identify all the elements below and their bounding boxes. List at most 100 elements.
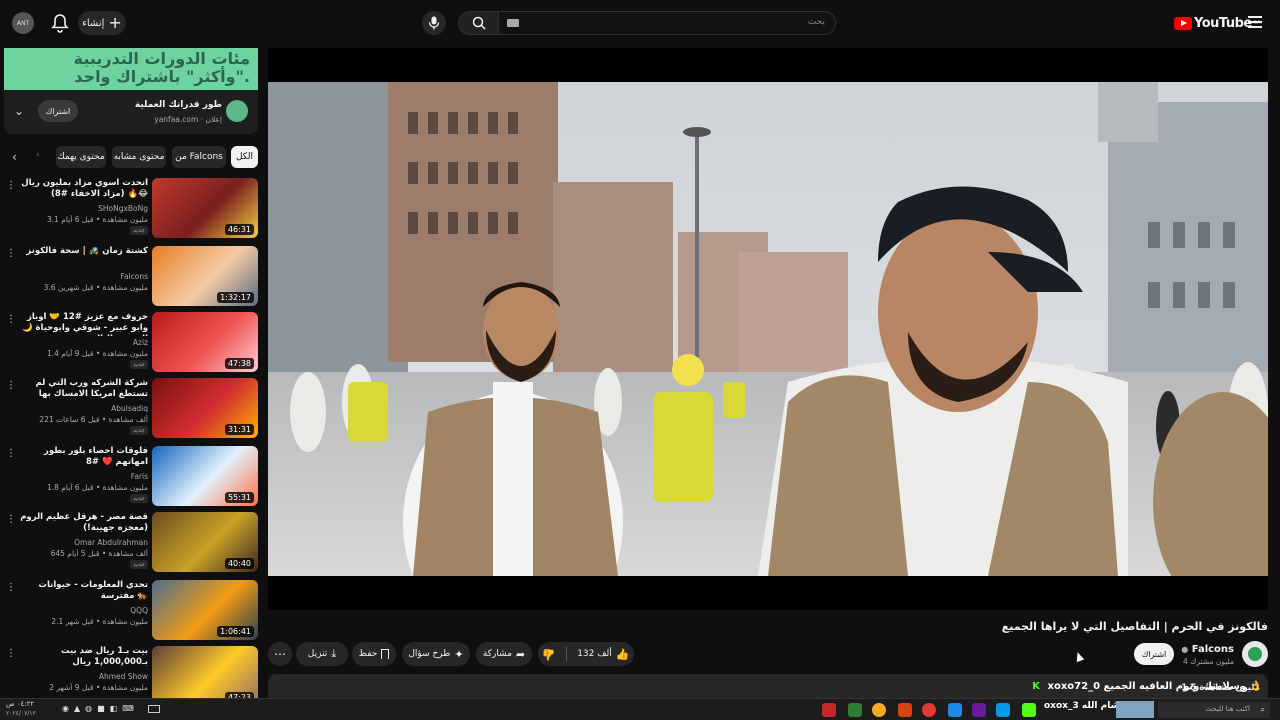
tray-icons[interactable]: ◉▲◍■◧⌨ <box>62 704 139 713</box>
video-frame[interactable] <box>268 82 1268 576</box>
chip-2[interactable]: محتوى مشابه <box>112 146 166 168</box>
create-button[interactable]: إنشاء + <box>78 11 126 35</box>
rec-channel[interactable]: SHoNgxBoNg <box>28 204 148 213</box>
ad-cta-label: اشتراك <box>45 106 71 116</box>
video-player[interactable] <box>268 48 1268 610</box>
app-icon-3[interactable] <box>898 703 912 717</box>
recommendation-item[interactable]: ⋮ اتحدت اسوي مزاد بمليون ريال 😂🔥 (مزاد ال… <box>0 178 262 240</box>
microphone-icon <box>428 16 440 30</box>
bookmark-icon <box>381 649 390 659</box>
rec-channel[interactable]: Omar Abdulrahman <box>28 538 148 547</box>
avatar[interactable]: ANT <box>12 12 34 34</box>
share-button[interactable]: مشاركة ➦ <box>476 642 532 666</box>
like-dislike-group: 👍 132 ألف 👍 <box>538 642 634 666</box>
notifications-icon[interactable] <box>50 12 70 34</box>
rec-badge: جديد <box>130 560 148 569</box>
video-title: فالكونز في الحرم | التفاصيل التي لا يراه… <box>1001 620 1268 633</box>
rec-duration: 46:31 <box>224 224 254 235</box>
app-icon-4[interactable] <box>922 703 936 717</box>
more-vert-icon[interactable]: ⋮ <box>6 180 16 191</box>
rec-thumbnail[interactable]: 1:06:41 <box>152 580 258 640</box>
rec-thumbnail[interactable]: 55:31 <box>152 446 258 506</box>
channel-avatar[interactable] <box>1242 641 1268 667</box>
recommendation-item[interactable]: ⋮ فلوقات احصاء بلور بطور امهاتهم ❤️ #8 Far… <box>0 446 262 508</box>
ad-title: طور قدراتك العملية <box>134 100 222 110</box>
chip-3[interactable]: محتوى يهمك <box>56 146 106 168</box>
rec-thumbnail[interactable]: 40:40 <box>152 512 258 572</box>
app-icon-7[interactable] <box>996 703 1010 717</box>
avatar-text: ANT <box>16 19 30 27</box>
channel-name[interactable]: ● Falcons <box>1181 644 1234 655</box>
top-bar: ANT إنشاء + بحث YouTube SA <box>0 0 1280 46</box>
rec-title: كشتة زمان 🚜 | سحة فالكونز <box>26 246 148 256</box>
more-vert-icon[interactable]: ⋮ <box>6 380 16 391</box>
chevron-down-icon[interactable]: ⌄ <box>14 104 24 118</box>
search-input[interactable]: بحث <box>498 11 836 35</box>
more-vert-icon[interactable]: ⋮ <box>6 314 16 325</box>
rec-channel[interactable]: Aziz <box>28 338 148 347</box>
rec-duration: 31:31 <box>224 424 254 435</box>
chip-1[interactable]: من Falcons <box>172 146 226 168</box>
more-vert-icon[interactable]: ⋮ <box>6 582 16 593</box>
like-icon[interactable]: 👍 <box>616 648 630 661</box>
recommendation-item[interactable]: ⋮ شركة الشركه ورب التي لم تستطع امريكا ال… <box>0 378 262 440</box>
ask-label: طرح سؤال <box>408 649 451 659</box>
chip-label: الكل <box>235 152 254 162</box>
recommendation-item[interactable]: ⋮ كشتة زمان 🚜 | سحة فالكونز Falcons 3.6 ملي… <box>0 246 262 308</box>
recommendation-item[interactable]: ⋮ قصة مصر - هرقل عظيم الروم (معجزه جهيبة!… <box>0 512 262 574</box>
rec-duration: 1:32:17 <box>217 292 254 303</box>
voice-search-button[interactable] <box>422 11 446 35</box>
dislike-icon[interactable]: 👍 <box>542 648 556 661</box>
rec-channel[interactable]: QQQ <box>28 606 148 615</box>
menu-icon[interactable] <box>1248 16 1262 28</box>
recommendation-item[interactable]: ⋮ تحدي المعلومات - حيوانات مفترسة 🐅 QQQ 2.1… <box>0 580 262 642</box>
rec-thumbnail[interactable]: 46:31 <box>152 178 258 238</box>
more-vert-icon[interactable]: ⋮ <box>6 448 16 459</box>
taskbar-search[interactable]: اكتب هنا للبحث ⌕ <box>1158 702 1270 718</box>
chip-0[interactable]: الكل <box>231 146 258 168</box>
app-icon-1[interactable] <box>822 703 836 717</box>
keyboard-icon[interactable] <box>507 19 519 27</box>
rec-thumbnail[interactable]: 1:32:17 <box>152 246 258 306</box>
rec-thumbnail[interactable]: 47:23 <box>152 646 258 706</box>
chevron-left-icon[interactable]: ‹ <box>12 150 17 164</box>
subscribe-button[interactable]: اشتراك <box>1134 643 1174 665</box>
recommendation-item[interactable]: ⋮ حروف مع عزيز #12 🤝 اوباز وابو عبير - شو… <box>0 312 262 374</box>
ask-button[interactable]: طرح سؤال ✦ <box>402 642 470 666</box>
rec-channel[interactable]: Abulsadiq <box>28 404 148 413</box>
rec-thumbnail[interactable]: 47:38 <box>152 312 258 372</box>
rec-meta: 1.4 مليون مشاهدة • قبل 9 أيام <box>46 349 148 358</box>
rec-duration: 1:06:41 <box>217 626 254 637</box>
more-vert-icon[interactable]: ⋮ <box>6 648 16 659</box>
ad-banner[interactable]: مئات الدورات التدريبية "وأكثر" باشتراك و… <box>4 48 258 90</box>
download-button[interactable]: تنزيل ⤓ <box>296 642 348 666</box>
more-actions-button[interactable]: ⋯ <box>268 642 292 666</box>
rec-badge: جديد <box>130 494 148 503</box>
rec-channel[interactable]: Falcons <box>28 272 148 281</box>
ad-card[interactable]: ⌄ اشتراك طور قدراتك العملية yanfaa.com ·… <box>4 90 258 134</box>
keyboard-tray-icon[interactable] <box>148 705 160 713</box>
app-icon-6[interactable] <box>972 703 986 717</box>
divider <box>566 647 568 661</box>
chevron-right-icon[interactable]: › <box>36 150 40 160</box>
rec-badge: جديد <box>130 426 148 435</box>
rec-channel[interactable]: Ahmed Show <box>28 672 148 681</box>
rec-meta: 2.1 مليون مشاهدة • قبل شهر <box>51 617 148 626</box>
chrome-icon[interactable] <box>872 703 886 717</box>
ad-subscribe-button[interactable]: اشتراك <box>38 100 78 122</box>
taskbar-thumbnail[interactable] <box>1116 701 1154 718</box>
kick-icon[interactable] <box>1022 703 1036 717</box>
more-vert-icon[interactable]: ⋮ <box>6 248 16 259</box>
download-icon: ⤓ <box>331 647 337 660</box>
taskbar: ٠٤:٢٢ ص ٢٠٢٤/٠٧/١٣ ◉▲◍■◧⌨ oxox_3 بشام ال… <box>0 698 1280 720</box>
like-count[interactable]: 132 ألف <box>577 649 612 659</box>
save-button[interactable]: حفظ <box>352 642 396 666</box>
app-icon-5[interactable] <box>948 703 962 717</box>
search-button[interactable] <box>458 11 500 35</box>
more-vert-icon[interactable]: ⋮ <box>6 514 16 525</box>
search-placeholder: بحث <box>807 17 825 27</box>
app-icon-2[interactable] <box>848 703 862 717</box>
chat-line-2: oxox_3 بشام الله <box>1044 701 1123 711</box>
rec-thumbnail[interactable]: 31:31 <box>152 378 258 438</box>
rec-channel[interactable]: Faris <box>28 472 148 481</box>
